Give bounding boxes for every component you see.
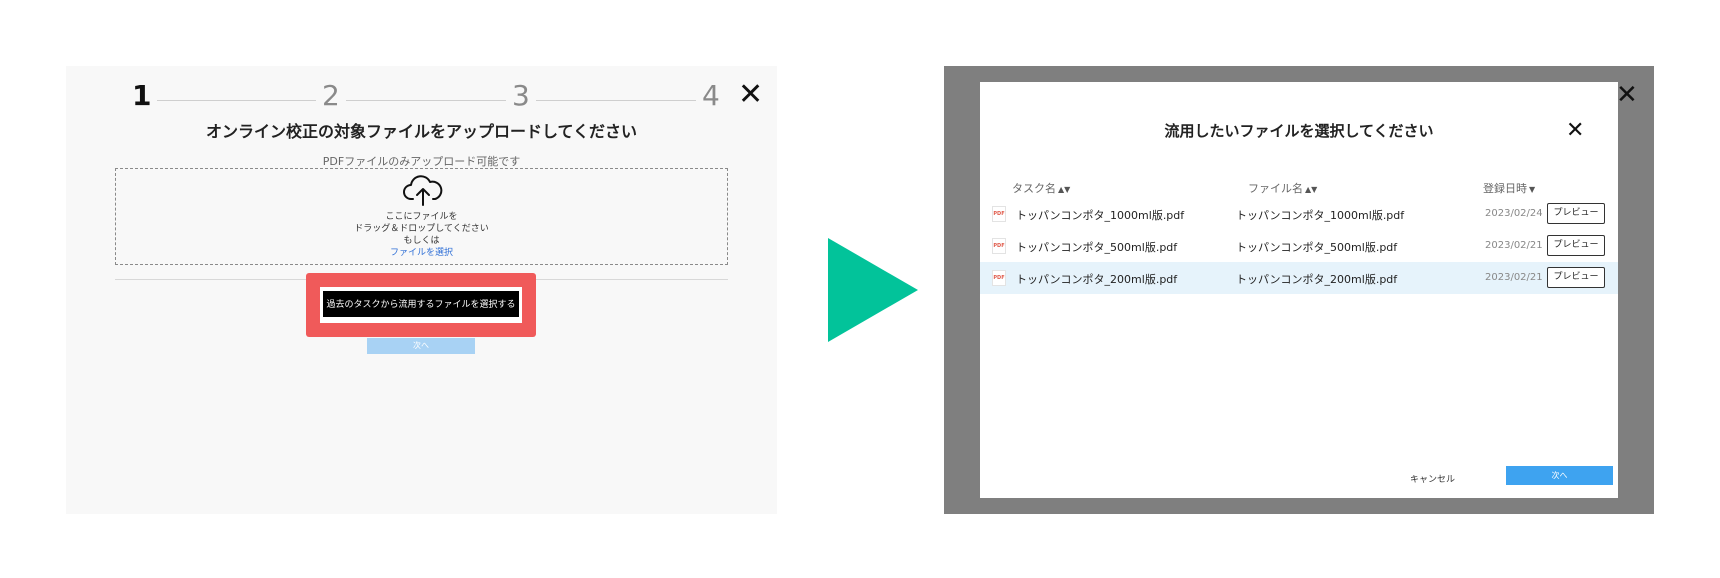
upload-hint: PDFファイルのみアップロード可能です — [322, 155, 521, 168]
transition-arrow-icon — [828, 238, 918, 342]
select-file-link[interactable]: ファイルを選択 — [116, 245, 727, 258]
file-select-modal: 流用したいファイルを選択してください ✕ タスク名 ▲▼ ファイル名 ▲▼ 登録日時… — [980, 82, 1618, 498]
step-4: 4 — [696, 76, 726, 116]
preview-button[interactable]: プレビュー — [1547, 267, 1605, 288]
stepper: 1 2 3 4 — [126, 76, 726, 116]
modal-overlay: ✕ 流用したいファイルを選択してください ✕ タスク名 ▲▼ ファイル名 ▲▼ 登録… — [944, 66, 1654, 514]
row-date: 2023/02/21 — [1485, 272, 1543, 283]
step-1: 1 — [126, 76, 158, 116]
row-date: 2023/02/24 — [1485, 208, 1543, 219]
column-header-file[interactable]: ファイル名 ▲▼ — [1248, 180, 1317, 196]
row-task-name: トッパンコンポタ_200ml版.pdf — [1016, 273, 1178, 286]
column-header-date[interactable]: 登録日時 ▼ — [1483, 180, 1535, 196]
next-button[interactable]: 次へ — [367, 338, 475, 354]
preview-button[interactable]: プレビュー — [1547, 235, 1605, 256]
sort-desc-icon: ▼ — [1529, 185, 1536, 194]
stepper-line — [138, 100, 714, 101]
upload-step-panel: 1 2 3 4 ✕ オンライン校正の対象ファイルをアップロードしてください PD… — [66, 66, 777, 514]
column-header-task-label: タスク名 — [1012, 182, 1056, 195]
column-header-file-label: ファイル名 — [1248, 182, 1303, 195]
page-title: オンライン校正の対象ファイルをアップロードしてください — [205, 122, 638, 141]
row-file-name: トッパンコンポタ_200ml版.pdf — [1236, 273, 1398, 286]
cancel-button[interactable]: キャンセル — [1410, 472, 1455, 485]
sort-icon: ▲▼ — [1058, 185, 1071, 194]
highlight-box: 過去のタスクから流用するファイルを選択する — [306, 273, 536, 337]
row-task-name: トッパンコンポタ_500ml版.pdf — [1016, 241, 1178, 254]
cloud-upload-icon — [403, 175, 443, 206]
close-icon[interactable]: ✕ — [738, 80, 763, 110]
row-task-name: トッパンコンポタ_1000ml版.pdf — [1016, 209, 1185, 222]
modal-title: 流用したいファイルを選択してください — [1164, 122, 1434, 140]
pdf-file-icon: PDF — [992, 206, 1006, 222]
table-row-selected[interactable]: PDF トッパンコンポタ_200ml版.pdf トッパンコンポタ_200ml版.… — [980, 262, 1618, 294]
background-close-icon[interactable]: ✕ — [1616, 80, 1638, 110]
row-date: 2023/02/21 — [1485, 240, 1543, 251]
sort-icon: ▲▼ — [1305, 185, 1318, 194]
column-header-date-label: 登録日時 — [1483, 182, 1527, 195]
highlight-inner: 過去のタスクから流用するファイルを選択する — [320, 287, 522, 323]
row-file-name: トッパンコンポタ_1000ml版.pdf — [1236, 209, 1405, 222]
pdf-file-icon: PDF — [992, 238, 1006, 254]
file-dropzone[interactable]: ここにファイルを ドラッグ＆ドロップしてください もしくは ファイルを選択 — [115, 168, 728, 265]
reuse-past-task-file-button[interactable]: 過去のタスクから流用するファイルを選択する — [323, 291, 519, 317]
table-row[interactable]: PDF トッパンコンポタ_500ml版.pdf トッパンコンポタ_500ml版.… — [980, 230, 1618, 262]
step-2: 2 — [316, 76, 346, 116]
column-header-task[interactable]: タスク名 ▲▼ — [1012, 180, 1070, 196]
modal-next-button[interactable]: 次へ — [1506, 466, 1613, 485]
modal-close-icon[interactable]: ✕ — [1566, 120, 1584, 142]
preview-button[interactable]: プレビュー — [1547, 203, 1605, 224]
step-3: 3 — [506, 76, 536, 116]
table-row[interactable]: PDF トッパンコンポタ_1000ml版.pdf トッパンコンポタ_1000ml… — [980, 198, 1618, 230]
pdf-file-icon: PDF — [992, 270, 1006, 286]
row-file-name: トッパンコンポタ_500ml版.pdf — [1236, 241, 1398, 254]
